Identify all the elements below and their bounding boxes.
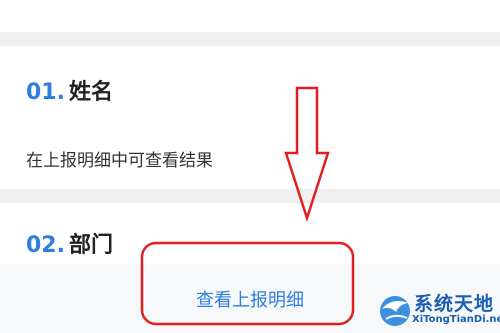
- question-label: 姓名: [68, 80, 113, 105]
- watermark-logo: 系统天地 XiTongTianDi.net: [378, 289, 500, 333]
- bird-logo-icon: [380, 296, 410, 326]
- previous-card: [0, 0, 500, 32]
- watermark-title: 系统天地: [414, 293, 495, 315]
- question-number: 01.: [26, 80, 65, 105]
- form-item-name: 01. 姓名 在上报明细中可查看结果: [0, 46, 500, 189]
- watermark-subtitle: XiTongTianDi.net: [412, 314, 500, 325]
- question-number: 02.: [26, 233, 65, 258]
- question-title: 01. 姓名: [26, 74, 113, 106]
- question-hint: 在上报明细中可查看结果: [26, 151, 213, 171]
- question-label: 部门: [68, 233, 113, 258]
- question-title: 02. 部门: [26, 227, 113, 259]
